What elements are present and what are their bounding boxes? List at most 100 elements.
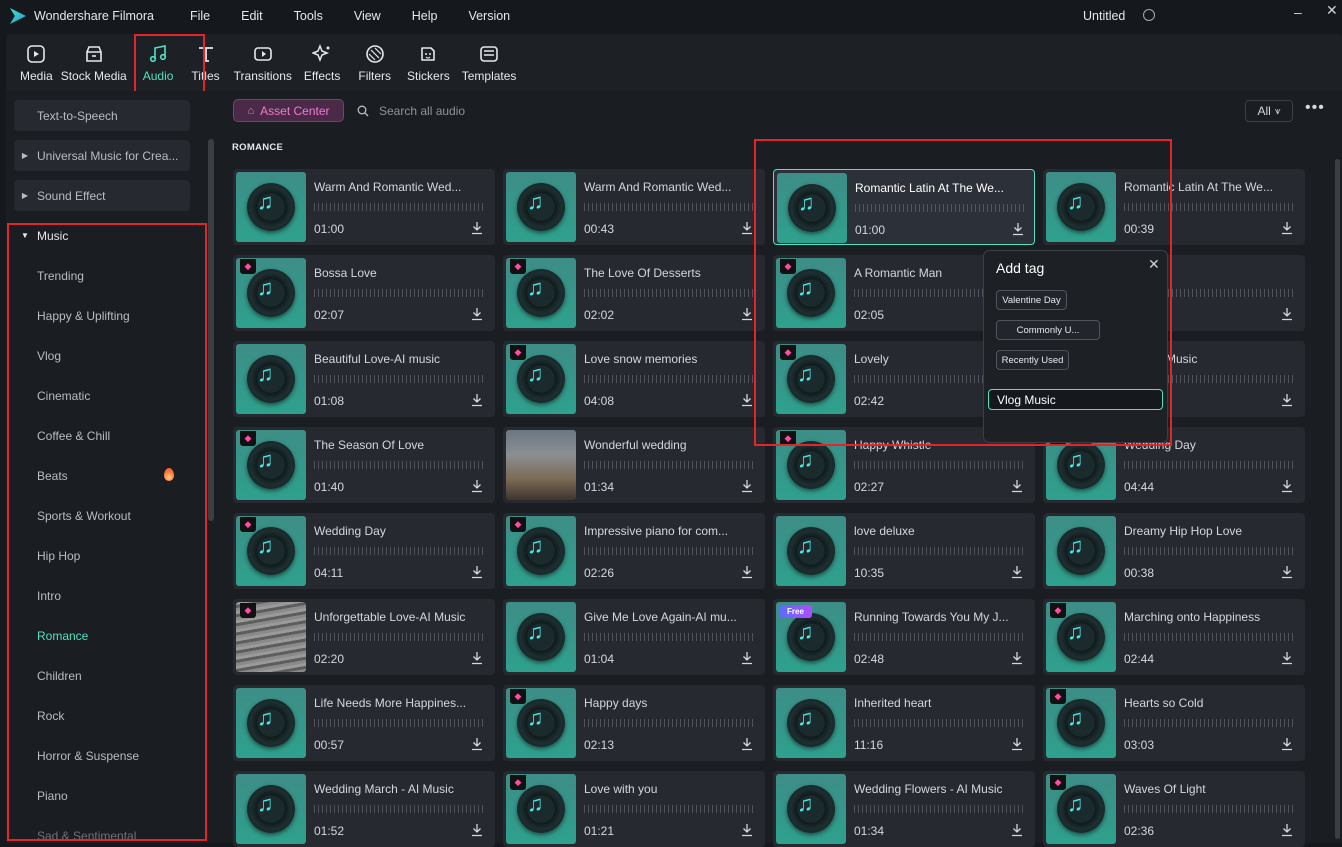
sidebar-item-vlog[interactable]: Vlog xyxy=(37,349,61,363)
sidebar-item-children[interactable]: Children xyxy=(37,669,82,683)
audio-card[interactable]: ♫ Give Me Love Again-AI mu... 01:04 xyxy=(503,599,765,675)
tag-recently-used[interactable]: Recently Used xyxy=(996,350,1069,370)
sidebar-item-universal-music[interactable]: ▶ Universal Music for Crea... xyxy=(14,140,190,171)
audio-card[interactable]: ♫ ◆ Marching onto Happiness 02:44 xyxy=(1043,599,1305,675)
menu-version[interactable]: Version xyxy=(468,9,510,23)
download-icon[interactable] xyxy=(1280,823,1294,837)
menu-edit[interactable]: Edit xyxy=(241,9,263,23)
audio-card[interactable]: ♫ ◆ Hearts so Cold 03:03 xyxy=(1043,685,1305,761)
audio-card[interactable]: ♫ ◆ Wedding Day 04:11 xyxy=(233,513,495,589)
download-icon[interactable] xyxy=(740,651,754,665)
download-icon[interactable] xyxy=(1010,651,1024,665)
tab-audio[interactable]: Audio xyxy=(139,43,178,91)
download-icon[interactable] xyxy=(1280,221,1294,235)
tab-effects[interactable]: Effects xyxy=(300,43,344,91)
tab-media[interactable]: Media xyxy=(16,43,57,91)
tag-valentine-day[interactable]: Valentine Day xyxy=(996,290,1067,310)
download-icon[interactable] xyxy=(740,565,754,579)
popup-close-icon[interactable]: ✕ xyxy=(1148,256,1160,273)
tab-templates[interactable]: Templates xyxy=(458,43,521,91)
tab-titles[interactable]: Titles xyxy=(187,43,223,91)
download-icon[interactable] xyxy=(470,221,484,235)
audio-card[interactable]: ◆ Unforgettable Love-AI Music 02:20 xyxy=(233,599,495,675)
search-bar[interactable]: Search all audio xyxy=(357,104,465,118)
search-input[interactable]: Search all audio xyxy=(379,104,465,118)
download-icon[interactable] xyxy=(1010,565,1024,579)
audio-card[interactable]: ♫ ◆ Happy days 02:13 xyxy=(503,685,765,761)
audio-card[interactable]: ♫ love deluxe 10:35 xyxy=(773,513,1035,589)
close-icon[interactable]: ✕ xyxy=(1326,2,1338,19)
download-icon[interactable] xyxy=(740,307,754,321)
tab-stock-media[interactable]: Stock Media xyxy=(57,43,131,91)
download-icon[interactable] xyxy=(470,393,484,407)
audio-card[interactable]: ♫ ◆ The Season Of Love 01:40 xyxy=(233,427,495,503)
menu-file[interactable]: File xyxy=(190,9,210,23)
download-icon[interactable] xyxy=(740,221,754,235)
download-icon[interactable] xyxy=(470,307,484,321)
sidebar-item-romance[interactable]: Romance xyxy=(37,629,88,643)
audio-card[interactable]: ♫ Wedding Flowers - AI Music 01:34 xyxy=(773,771,1035,847)
audio-card[interactable]: ♫ Life Needs More Happines... 00:57 xyxy=(233,685,495,761)
sidebar-item-coffee-chill[interactable]: Coffee & Chill xyxy=(37,429,110,443)
audio-card[interactable]: ♫ Beautiful Love-AI music 01:08 xyxy=(233,341,495,417)
download-icon[interactable] xyxy=(1280,565,1294,579)
audio-card[interactable]: ♫ ◆ Love with you 01:21 xyxy=(503,771,765,847)
download-icon[interactable] xyxy=(1280,307,1294,321)
tag-commonly-used[interactable]: Commonly U... xyxy=(996,320,1100,340)
audio-card[interactable]: Wonderful wedding 01:34 xyxy=(503,427,765,503)
download-icon[interactable] xyxy=(1280,651,1294,665)
sidebar-item-sports-workout[interactable]: Sports & Workout xyxy=(37,509,131,523)
menu-tools[interactable]: Tools xyxy=(294,9,323,23)
more-options-icon[interactable]: ••• xyxy=(1305,99,1325,117)
download-icon[interactable] xyxy=(470,737,484,751)
download-icon[interactable] xyxy=(470,823,484,837)
audio-card[interactable]: ♫ Warm And Romantic Wed... 01:00 xyxy=(233,169,495,245)
download-icon[interactable] xyxy=(1280,393,1294,407)
sidebar-item-piano[interactable]: Piano xyxy=(37,789,68,803)
download-icon[interactable] xyxy=(740,479,754,493)
sidebar-item-beats[interactable]: Beats xyxy=(37,469,68,483)
download-icon[interactable] xyxy=(1010,823,1024,837)
sidebar-item-music[interactable]: ▼ Music xyxy=(14,220,194,251)
tab-transitions[interactable]: Transitions xyxy=(230,43,296,91)
audio-card[interactable]: ♫ ◆ Impressive piano for com... 02:26 xyxy=(503,513,765,589)
tag-input-field[interactable]: Vlog Music xyxy=(988,389,1163,410)
audio-card[interactable]: ♫ Dreamy Hip Hop Love 00:38 xyxy=(1043,513,1305,589)
download-icon[interactable] xyxy=(740,393,754,407)
download-icon[interactable] xyxy=(740,737,754,751)
download-icon[interactable] xyxy=(740,823,754,837)
sidebar-item-intro[interactable]: Intro xyxy=(37,589,61,603)
sidebar-item-horror-suspense[interactable]: Horror & Suspense xyxy=(37,749,139,763)
audio-card[interactable]: ♫ Inherited heart 11:16 xyxy=(773,685,1035,761)
filter-all-button[interactable]: All ⩛ xyxy=(1245,100,1293,122)
sidebar-item-cinematic[interactable]: Cinematic xyxy=(37,389,90,403)
download-icon[interactable] xyxy=(1010,737,1024,751)
audio-card[interactable]: ♫ Wedding March - AI Music 01:52 xyxy=(233,771,495,847)
download-icon[interactable] xyxy=(1280,479,1294,493)
tab-stickers[interactable]: Stickers xyxy=(403,43,454,91)
menu-view[interactable]: View xyxy=(354,9,381,23)
content-scrollbar[interactable] xyxy=(1335,159,1340,839)
tab-filters[interactable]: Filters xyxy=(354,43,395,91)
download-icon[interactable] xyxy=(1280,737,1294,751)
download-icon[interactable] xyxy=(470,651,484,665)
download-icon[interactable] xyxy=(470,479,484,493)
audio-card[interactable]: ♫ ◆ Love snow memories 04:08 xyxy=(503,341,765,417)
sidebar-scrollbar[interactable] xyxy=(208,139,214,521)
menu-help[interactable]: Help xyxy=(412,9,438,23)
sidebar-item-sad-sentimental[interactable]: Sad & Sentimental xyxy=(37,829,136,843)
download-icon[interactable] xyxy=(1010,479,1024,493)
audio-card[interactable]: ♫ Free Running Towards You My J... 02:48 xyxy=(773,599,1035,675)
asset-center-button[interactable]: ⌂ Asset Center xyxy=(233,99,344,122)
sidebar-item-text-to-speech[interactable]: Text-to-Speech xyxy=(14,100,190,131)
sidebar-item-trending[interactable]: Trending xyxy=(37,269,84,283)
audio-card[interactable]: ♫ Romantic Latin At The We... 00:39 xyxy=(1043,169,1305,245)
minimize-icon[interactable]: – xyxy=(1294,4,1302,20)
audio-card[interactable]: ♫ Warm And Romantic Wed... 00:43 xyxy=(503,169,765,245)
audio-card[interactable]: ♫ Romantic Latin At The We... 01:00 xyxy=(773,169,1035,245)
audio-card[interactable]: ♫ ◆ The Love Of Desserts 02:02 xyxy=(503,255,765,331)
sidebar-item-sound-effect[interactable]: ▶ Sound Effect xyxy=(14,180,190,211)
download-icon[interactable] xyxy=(470,565,484,579)
audio-card[interactable]: ♫ ◆ Waves Of Light 02:36 xyxy=(1043,771,1305,847)
audio-card[interactable]: ♫ ◆ Bossa Love 02:07 xyxy=(233,255,495,331)
